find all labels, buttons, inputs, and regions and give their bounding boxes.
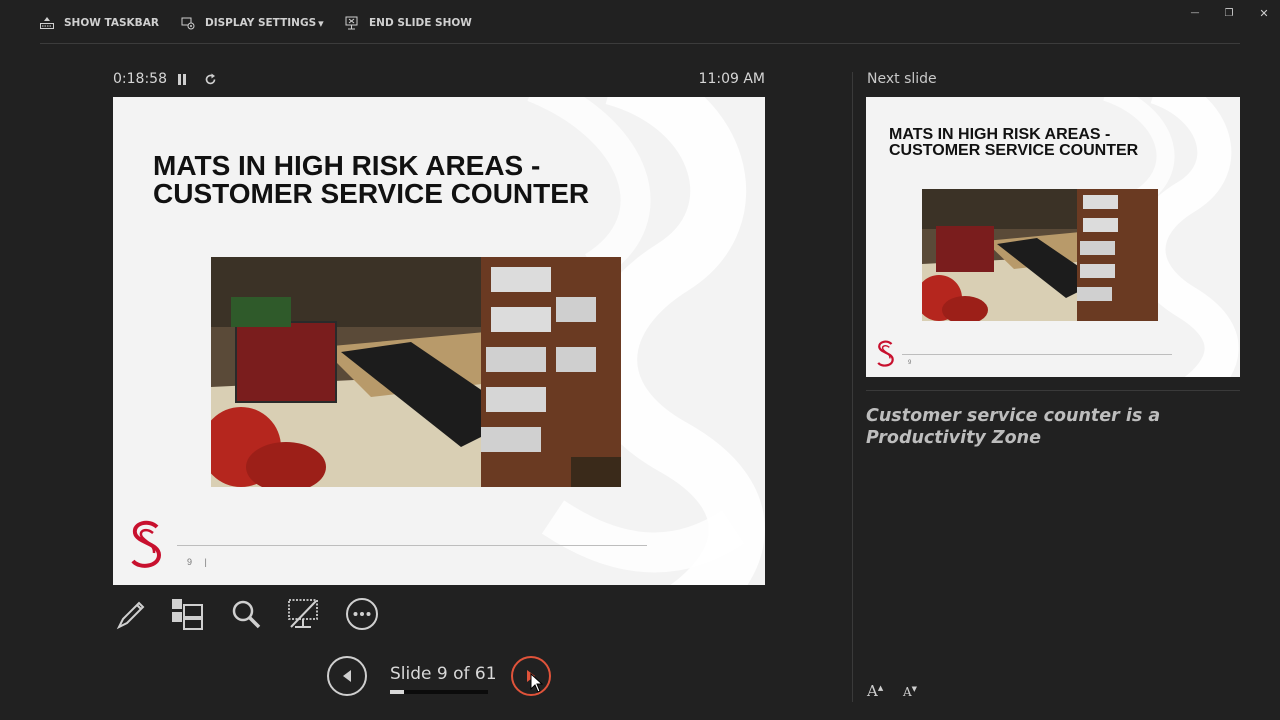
restore-button[interactable]: ❐ <box>1219 4 1239 22</box>
increase-font-icon: A <box>867 682 878 700</box>
restore-icon: ❐ <box>1224 7 1234 19</box>
presenter-toolbar: SHOW TASKBAR DISPLAY SETTINGS ▾ END SLID… <box>0 0 1280 44</box>
next-slide-photo <box>922 189 1158 321</box>
screen-toggle-icon <box>288 599 318 628</box>
restart-timer-button[interactable] <box>201 70 219 88</box>
notes-divider <box>866 390 1240 391</box>
more-icon <box>346 598 378 630</box>
see-all-slides-button[interactable] <box>169 596 205 632</box>
mouse-cursor-icon <box>530 673 544 693</box>
slide-title-line-2: CUSTOMER SERVICE COUNTER <box>153 178 590 209</box>
pen-icon <box>116 601 145 630</box>
slide-page-number-text: 9 <box>187 557 193 567</box>
next-slide-preview[interactable]: MATS IN HIGH RISK AREAS - CUSTOMER SERVI… <box>866 97 1240 377</box>
taskbar-icon <box>40 17 54 29</box>
previous-arrow-icon <box>343 670 351 682</box>
next-slide-title-line-2: CUSTOMER SERVICE COUNTER <box>889 142 1139 159</box>
magnifier-icon <box>232 600 261 629</box>
black-screen-button[interactable] <box>285 596 321 632</box>
slide-counter[interactable]: Slide 9 of 61 <box>390 664 497 684</box>
display-settings-icon <box>181 17 195 30</box>
next-slide-store-photo <box>922 189 1158 321</box>
pen-tool-button[interactable] <box>113 596 149 632</box>
chevron-down-icon: ▾ <box>318 16 324 30</box>
next-slide-title: MATS IN HIGH RISK AREAS - CUSTOMER SERVI… <box>889 127 1138 159</box>
slide-title: MATS IN HIGH RISK AREAS - CUSTOMER SERVI… <box>153 152 589 208</box>
zoom-button[interactable] <box>228 596 264 632</box>
company-logo <box>131 520 162 568</box>
previous-slide-button[interactable] <box>327 656 367 696</box>
next-slide-logo <box>877 340 894 367</box>
slide-progress-bar <box>390 690 488 694</box>
slide-page-separator: | <box>204 557 207 567</box>
show-taskbar-label: SHOW TASKBAR <box>64 17 159 29</box>
speaker-notes[interactable]: Customer service counter is a Productivi… <box>866 405 1240 449</box>
pause-icon <box>178 73 186 85</box>
slide-photo <box>211 257 621 487</box>
elapsed-timer: 0:18:58 <box>113 71 167 87</box>
show-taskbar-button[interactable]: SHOW TASKBAR <box>40 12 159 34</box>
decrease-font-button[interactable]: A▼ <box>903 685 917 699</box>
more-options-button[interactable] <box>344 596 380 632</box>
toolbar-divider <box>40 43 1240 44</box>
decrease-font-icon: A <box>903 685 912 699</box>
next-slide-label: Next slide <box>867 71 937 87</box>
display-settings-label: DISPLAY SETTINGS <box>205 17 317 29</box>
next-slide-title-line-1: MATS IN HIGH RISK AREAS - <box>889 126 1111 143</box>
end-show-icon <box>345 16 358 30</box>
current-slide[interactable]: MATS IN HIGH RISK AREAS - CUSTOMER SERVI… <box>113 97 765 585</box>
slide-footer-line <box>177 545 647 546</box>
see-all-slides-icon <box>172 599 203 630</box>
increase-font-button[interactable]: A▲ <box>867 682 883 700</box>
pause-timer-button[interactable] <box>173 70 191 88</box>
store-counter-photo <box>211 257 621 487</box>
slide-progress-fill <box>390 690 405 694</box>
panel-divider <box>852 72 853 702</box>
next-slide-footer-line <box>902 354 1172 355</box>
close-icon: ✕ <box>1259 6 1269 20</box>
minimize-icon: — <box>1190 8 1200 18</box>
current-time: 11:09 AM <box>698 71 765 87</box>
end-slide-show-label: END SLIDE SHOW <box>369 17 472 29</box>
slide-title-line-1: MATS IN HIGH RISK AREAS - <box>153 150 541 181</box>
restart-icon <box>205 73 215 84</box>
close-button[interactable]: ✕ <box>1254 4 1274 22</box>
slide-page-number: 9 | <box>187 557 207 567</box>
display-settings-button[interactable]: DISPLAY SETTINGS ▾ <box>181 12 324 34</box>
minimize-button[interactable]: — <box>1185 4 1205 22</box>
end-slide-show-button[interactable]: END SLIDE SHOW <box>345 12 472 34</box>
next-slide-page-number: 9 <box>908 360 912 366</box>
